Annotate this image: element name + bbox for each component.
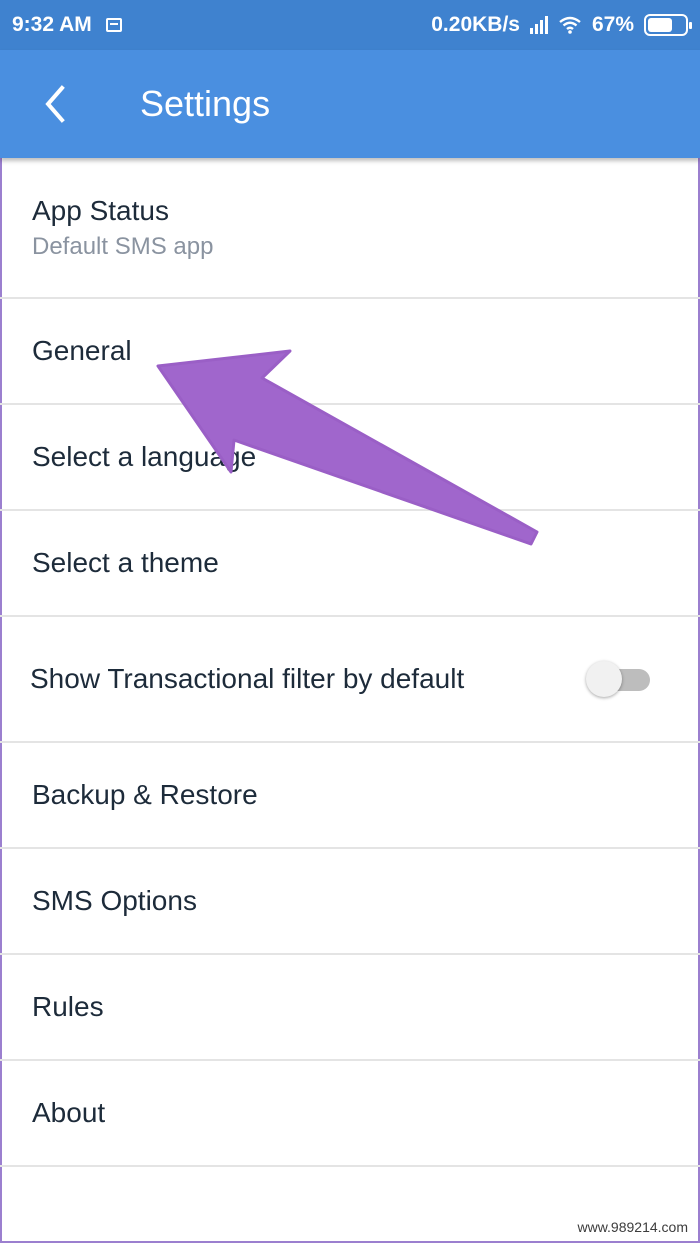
settings-item-transactional-filter[interactable]: Show Transactional filter by default: [0, 617, 700, 743]
wifi-icon: [559, 16, 581, 34]
settings-item-rules[interactable]: Rules: [0, 955, 700, 1061]
settings-item-backup-restore[interactable]: Backup & Restore: [0, 743, 700, 849]
settings-item-label: Select a language: [32, 441, 257, 472]
settings-item-label: Rules: [32, 991, 104, 1022]
settings-item-label: Backup & Restore: [32, 779, 258, 810]
settings-item-sms-options[interactable]: SMS Options: [0, 849, 700, 955]
settings-item-label: SMS Options: [32, 885, 197, 916]
signal-icon: [529, 16, 548, 34]
settings-item-label: Select a theme: [32, 547, 219, 578]
back-arrow-icon: [45, 85, 65, 123]
settings-item-label: Show Transactional filter by default: [30, 663, 465, 694]
notification-icon: [105, 18, 122, 32]
settings-item-label: App Status: [32, 194, 169, 226]
app-toolbar: Settings: [0, 50, 700, 158]
network-speed: 0.20KB/s: [431, 13, 520, 36]
settings-item-sublabel: Default SMS app: [32, 232, 214, 260]
settings-item-about[interactable]: About: [0, 1061, 700, 1167]
transactional-filter-toggle[interactable]: [586, 661, 650, 697]
settings-item-app-status[interactable]: App Status Default SMS app: [0, 158, 700, 299]
settings-item-language[interactable]: Select a language: [0, 405, 700, 511]
status-time: 9:32 AM: [12, 13, 92, 36]
battery-percent: 67%: [591, 13, 634, 36]
settings-item-label: General: [32, 335, 132, 366]
watermark: www.989214.com: [577, 1219, 688, 1235]
status-bar: 9:32 AM 0.20KB/s 67%: [0, 0, 700, 50]
settings-item-theme[interactable]: Select a theme: [0, 511, 700, 617]
settings-item-general[interactable]: General: [0, 299, 700, 405]
back-button[interactable]: [0, 50, 110, 158]
toggle-thumb: [586, 661, 622, 697]
settings-list: App Status Default SMS app General Selec…: [0, 158, 700, 1167]
page-title: Settings: [140, 83, 271, 124]
battery-icon: [644, 14, 692, 36]
settings-item-label: About: [32, 1097, 106, 1128]
